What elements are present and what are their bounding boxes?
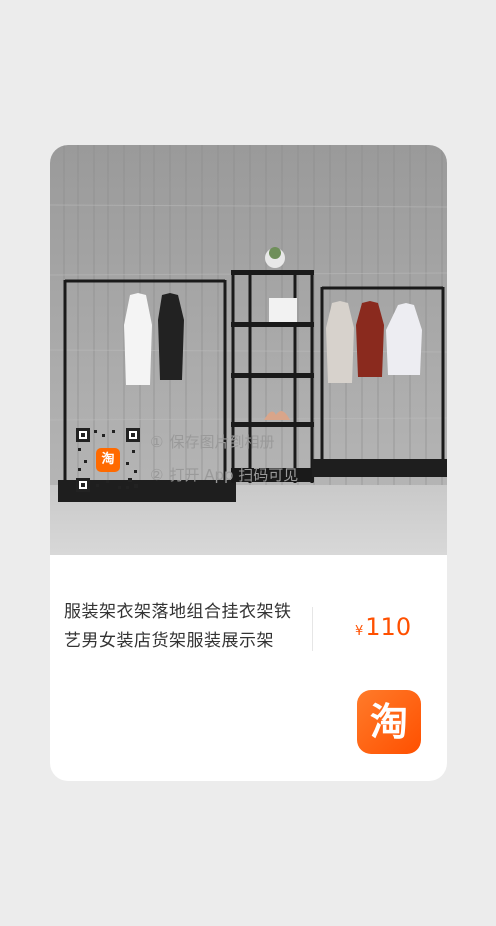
step-number: ① bbox=[150, 433, 164, 451]
step-number: ② bbox=[150, 466, 164, 484]
step-open-app: ② 打开 App 扫码可见 bbox=[150, 459, 298, 492]
share-card: 服装架衣架落地组合挂衣架铁艺男女装店货架服装展示架 ¥110 淘 ① 保存图片到相… bbox=[50, 145, 447, 781]
currency-symbol: ¥ bbox=[355, 624, 364, 639]
qr-taobao-logo: 淘 bbox=[96, 448, 120, 472]
price-value: 110 bbox=[365, 613, 412, 641]
step-text: 保存图片到相册 bbox=[169, 433, 275, 451]
taobao-logo-icon: 淘 bbox=[357, 690, 421, 754]
qr-code: 淘 bbox=[76, 428, 140, 492]
product-title[interactable]: 服装架衣架落地组合挂衣架铁艺男女装店货架服装展示架 bbox=[64, 598, 304, 656]
step-save-image: ① 保存图片到相册 bbox=[150, 426, 298, 459]
product-price: ¥110 bbox=[355, 613, 411, 641]
step-text: 打开 App 扫码可见 bbox=[169, 466, 299, 484]
share-instructions: ① 保存图片到相册 ② 打开 App 扫码可见 bbox=[150, 426, 298, 492]
divider bbox=[312, 607, 313, 651]
product-image[interactable] bbox=[50, 145, 447, 555]
